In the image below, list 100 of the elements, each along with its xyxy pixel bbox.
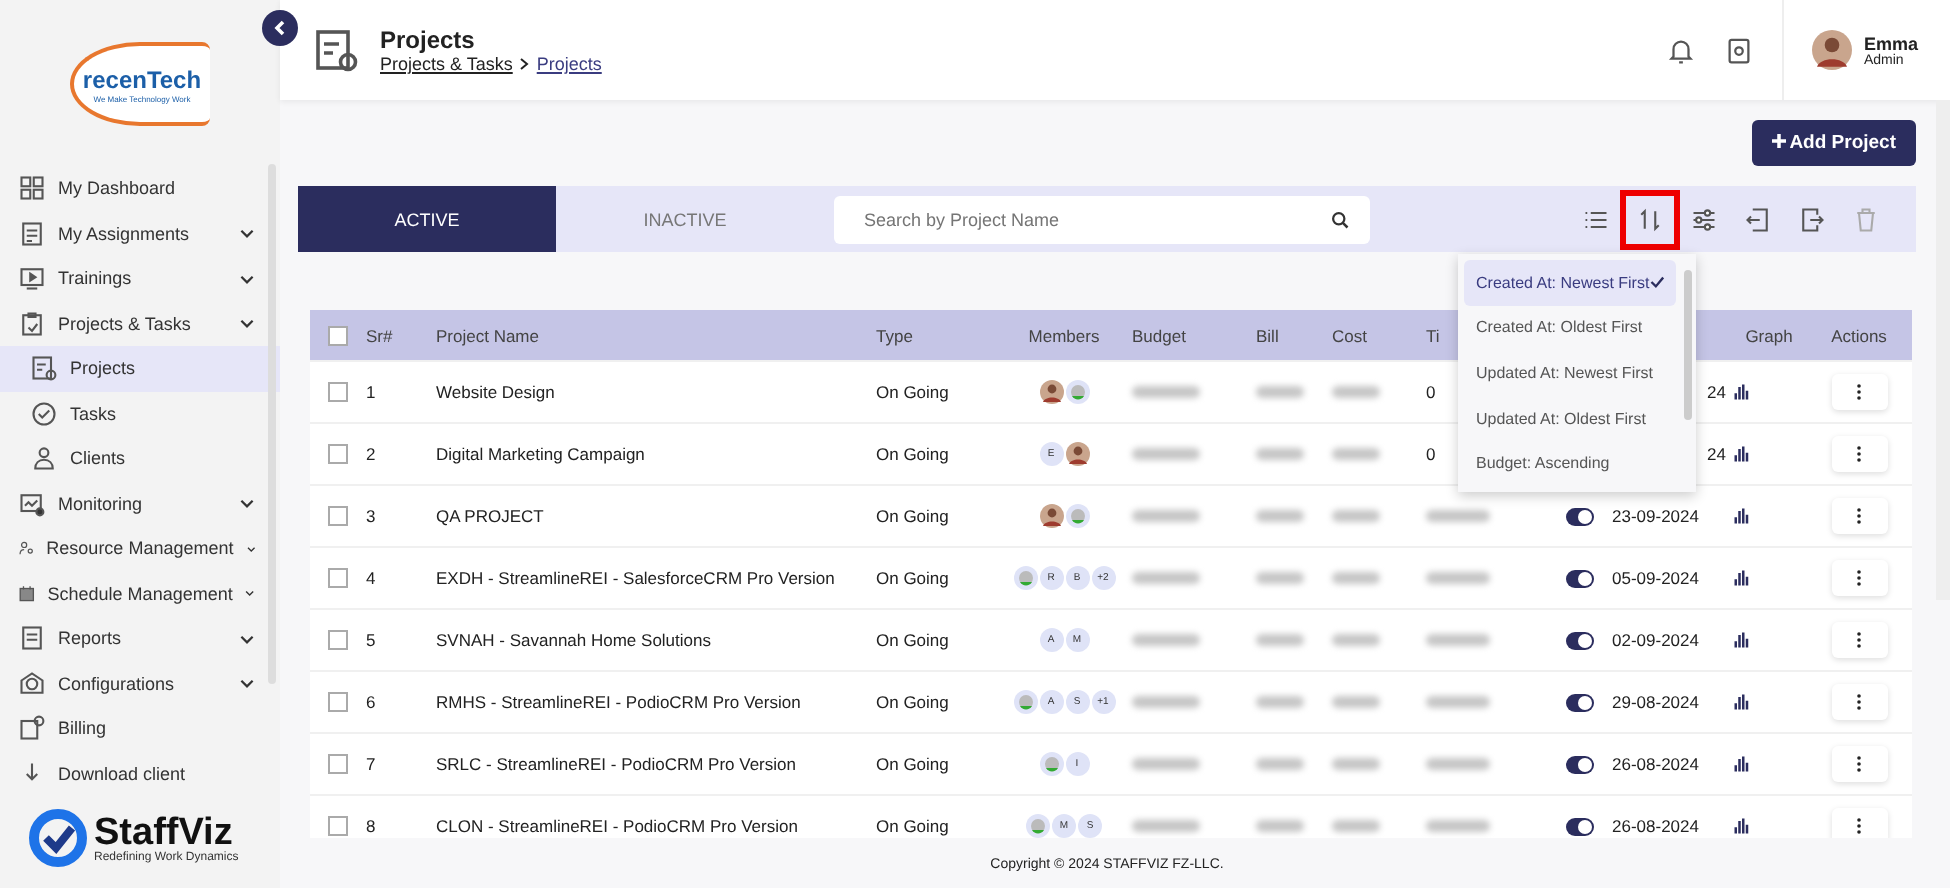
project-name[interactable]: SRLC - StreamlineREI - PodioCRM Pro Version <box>436 754 796 774</box>
document-icon <box>18 219 46 248</box>
sidebar-item[interactable]: My Assignments <box>0 211 280 256</box>
sidebar-subitem[interactable]: Projects <box>0 346 280 391</box>
status-toggle[interactable] <box>1565 569 1593 587</box>
project-name[interactable]: EXDH - StreamlineREI - SalesforceCRM Pro Version <box>436 568 835 588</box>
project-name[interactable]: CLON - StreamlineREI - PodioCRM Pro Version <box>436 816 798 836</box>
avatar-icon <box>1026 814 1050 838</box>
breadcrumb-link[interactable]: Projects <box>536 54 602 74</box>
user-name: Emma <box>1863 33 1918 53</box>
redacted-value <box>1426 758 1490 770</box>
project-name[interactable]: QA PROJECT <box>436 506 544 526</box>
checkbox[interactable] <box>328 692 348 712</box>
status-toggle[interactable] <box>1565 631 1593 649</box>
video-icon <box>18 264 46 293</box>
column-header: Actions <box>1831 325 1887 345</box>
redacted-value <box>1256 572 1304 584</box>
sort-option[interactable]: Updated At: Newest First <box>1464 350 1676 396</box>
sidebar-item[interactable]: Download client <box>0 751 280 796</box>
bar-chart-icon <box>1732 754 1752 774</box>
column-header: Sr# <box>366 325 393 345</box>
checkbox[interactable] <box>328 382 348 402</box>
checkbox[interactable] <box>328 568 348 588</box>
redacted-value <box>1332 572 1380 584</box>
status-toggle[interactable] <box>1565 817 1593 835</box>
project-name[interactable]: RMHS - StreamlineREI - PodioCRM Pro Version <box>436 692 801 712</box>
status-toggle[interactable] <box>1565 755 1593 773</box>
page-title: Projects <box>380 26 477 54</box>
redacted-value <box>1132 572 1200 584</box>
redacted-value <box>1332 634 1380 646</box>
redacted-value <box>1426 572 1490 584</box>
avatar-icon <box>1065 380 1089 404</box>
table-cell: 3 <box>366 506 376 526</box>
projects-icon <box>312 26 360 74</box>
projects-icon <box>30 354 58 383</box>
kebab-icon <box>1856 384 1862 400</box>
user-avatar[interactable] <box>1811 30 1852 70</box>
sidebar-item[interactable]: My Dashboard <box>0 166 280 211</box>
column-header: Ti <box>1426 325 1440 345</box>
checkbox[interactable] <box>328 444 348 464</box>
monitor-icon <box>18 489 46 518</box>
sidebar-item[interactable]: Schedule Management <box>0 571 280 616</box>
bar-chart-icon <box>1732 816 1752 836</box>
table-cell: 8 <box>366 816 376 836</box>
kebab-icon <box>1856 756 1862 772</box>
kebab-icon <box>1856 508 1862 524</box>
sort-option[interactable]: Created At: Oldest First <box>1464 305 1676 351</box>
redacted-value <box>1132 696 1200 708</box>
sidebar-item[interactable]: Monitoring <box>0 481 280 526</box>
checkbox[interactable] <box>328 506 348 526</box>
project-name[interactable]: Website Design <box>436 382 555 402</box>
redacted-value <box>1426 634 1490 646</box>
tab[interactable]: ACTIVE <box>298 186 556 252</box>
sidebar-item[interactable]: Billing <box>0 706 280 751</box>
project-name[interactable]: Digital Marketing Campaign <box>436 444 645 464</box>
breadcrumb-link[interactable]: Projects & Tasks <box>380 54 513 74</box>
sidebar-subitem[interactable]: Tasks <box>0 391 280 436</box>
column-header: Cost <box>1332 325 1367 345</box>
sort-option[interactable]: Budget: Ascending <box>1464 440 1676 486</box>
bar-chart-icon <box>1732 568 1752 588</box>
add-project-button[interactable]: Add Project <box>1751 120 1916 166</box>
column-header: Graph <box>1745 325 1793 345</box>
table-cell: On Going <box>876 754 949 774</box>
table-cell: On Going <box>876 630 949 650</box>
sidebar-item[interactable]: Projects & Tasks <box>0 301 280 346</box>
kebab-icon <box>1856 446 1862 462</box>
sidebar-item[interactable]: Trainings <box>0 256 280 301</box>
redacted-value <box>1332 448 1380 460</box>
more-button[interactable] <box>1831 808 1887 838</box>
redacted-value <box>1256 510 1304 522</box>
avatar-photo <box>1065 442 1089 466</box>
export-icon <box>1798 205 1826 233</box>
sidebar-item[interactable]: Configurations <box>0 661 280 706</box>
table-cell: 1 <box>366 382 376 402</box>
sort-option[interactable]: Created At: Newest First <box>1464 260 1676 306</box>
table-cell: On Going <box>876 568 949 588</box>
chevron-right-icon <box>518 58 531 70</box>
status-toggle[interactable] <box>1565 507 1593 525</box>
checkbox[interactable] <box>328 325 348 345</box>
clients-icon <box>30 444 58 473</box>
redacted-value <box>1332 386 1380 398</box>
avatar-icon <box>1039 752 1063 776</box>
checkbox[interactable] <box>328 754 348 774</box>
sort-option[interactable]: Updated At: Oldest First <box>1464 395 1676 441</box>
scrollbar[interactable] <box>1684 270 1692 420</box>
sidebar-item[interactable]: Resource Management <box>0 526 280 571</box>
sidebar-subitem[interactable]: Clients <box>0 436 280 481</box>
checkbox[interactable] <box>328 816 348 836</box>
kebab-icon <box>1856 694 1862 710</box>
redacted-value <box>1426 510 1490 522</box>
search-field[interactable]: Search by Project Name <box>834 195 1370 243</box>
sidebar-item[interactable]: Reports <box>0 616 280 661</box>
status-toggle[interactable] <box>1565 693 1593 711</box>
checkbox[interactable] <box>328 630 348 650</box>
project-name[interactable]: SVNAH - Savannah Home Solutions <box>436 630 711 650</box>
table-cell: On Going <box>876 816 949 836</box>
tab[interactable]: INACTIVE <box>556 186 814 252</box>
table-cell: 02-09-2024 <box>1612 630 1699 650</box>
table-cell: On Going <box>876 444 949 464</box>
sort-icon <box>1636 205 1664 233</box>
